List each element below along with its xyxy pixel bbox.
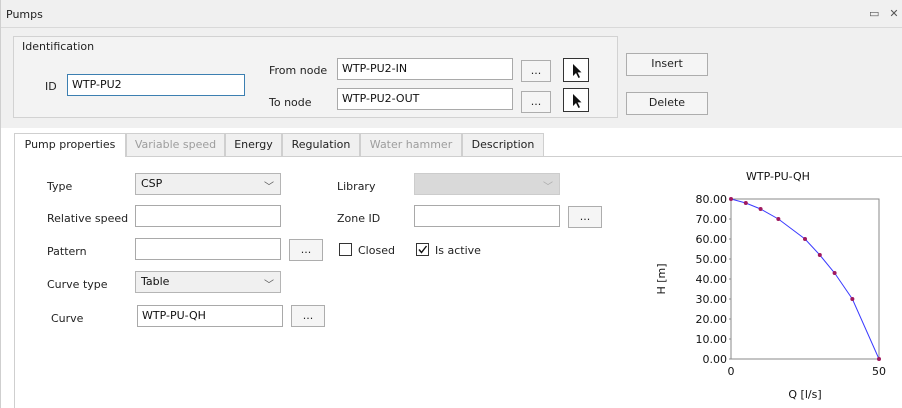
curve-type-label: Curve type [47,278,108,291]
curve-label: Curve [51,312,84,325]
to-node-label: To node [269,96,312,109]
y-axis-label: H [m] [655,263,668,294]
data-point [729,197,733,201]
type-value: CSP [141,177,163,190]
x-tick-label: 50 [872,365,886,378]
cursor-arrow-icon [573,64,582,78]
from-node-input[interactable]: WTP-PU2-IN [337,58,513,80]
type-select[interactable]: CSP ﹀ [135,173,281,195]
tab-variable-speed[interactable]: Variable speed [126,133,225,156]
pattern-input[interactable] [135,238,281,260]
data-point [850,297,855,301]
plot-area [730,198,880,360]
y-tick-label: 10.00 [696,333,728,346]
y-tick-label: 70.00 [696,213,728,226]
y-tick-label: 40.00 [696,273,728,286]
curve-browse-button[interactable]: ... [291,305,325,327]
chevron-down-icon: ﹀ [264,182,274,193]
data-point [803,237,807,241]
data-point [776,217,781,221]
tab-energy[interactable]: Energy [225,133,282,156]
x-tick-label: 0 [728,365,735,378]
window-title: Pumps [6,8,43,21]
zone-id-input[interactable] [414,205,560,227]
y-tick-label: 30.00 [696,293,728,306]
curve-type-value: Table [141,275,170,288]
closed-checkbox[interactable] [339,243,352,256]
y-tick-label: 60.00 [696,233,728,246]
checkmark-icon [418,245,428,254]
id-label: ID [45,80,57,93]
zone-id-label: Zone ID [337,212,381,225]
pumps-window: Pumps ▭ ✕ Identification ID WTP-PU2 From… [0,0,902,408]
from-node-label: From node [269,64,328,77]
close-icon[interactable]: ✕ [889,8,899,19]
to-node-pick-button[interactable] [563,88,589,112]
pattern-browse-button[interactable]: ... [289,239,323,261]
from-node-pick-button[interactable] [563,58,589,82]
relative-speed-label: Relative speed [47,212,129,225]
data-point [743,201,748,205]
zone-id-browse-button[interactable]: ... [568,206,602,228]
y-tick-label: 80.00 [696,193,728,206]
delete-button[interactable]: Delete [626,92,708,115]
library-select[interactable]: ﹀ [414,173,560,195]
x-axis-label: Q [l/s] [788,388,821,401]
tab-regulation[interactable]: Regulation [282,133,360,156]
curve-type-select[interactable]: Table ﹀ [135,271,281,293]
type-label: Type [47,180,73,193]
pattern-label: Pattern [47,245,87,258]
cursor-arrow-icon [573,94,582,108]
data-point [877,357,881,361]
insert-button[interactable]: Insert [626,53,708,76]
data-point [832,271,837,275]
relative-speed-input[interactable] [135,205,281,227]
library-label: Library [337,180,376,193]
y-tick-label: 50.00 [696,253,728,266]
from-node-browse-button[interactable]: ... [521,60,551,82]
curve-input[interactable]: WTP-PU-QH [137,305,283,327]
pump-curve-chart: WTP-PU-QH 0.00 10.00 20.00 30.00 40.00 50.00 6… [655,170,886,401]
closed-label: Closed [358,244,395,257]
maximize-icon[interactable]: ▭ [869,8,879,19]
to-node-input[interactable]: WTP-PU2-OUT [337,88,513,110]
to-node-browse-button[interactable]: ... [521,91,551,113]
data-point [758,207,763,211]
chart-title: WTP-PU-QH [746,170,810,183]
chevron-down-icon: ﹀ [264,280,274,291]
chevron-down-icon: ﹀ [543,182,553,193]
is-active-checkbox[interactable] [416,243,429,256]
tab-water-hammer[interactable]: Water hammer [360,133,462,156]
tab-pump-properties[interactable]: Pump properties [14,133,126,157]
tab-description[interactable]: Description [462,133,544,156]
y-tick-label: 20.00 [696,313,728,326]
identification-legend: Identification [20,40,97,53]
id-input[interactable]: WTP-PU2 [67,74,245,96]
data-point [817,253,822,257]
is-active-label: Is active [435,244,481,257]
title-bar: Pumps ▭ ✕ [1,0,902,28]
y-tick-label: 0.00 [703,353,728,366]
